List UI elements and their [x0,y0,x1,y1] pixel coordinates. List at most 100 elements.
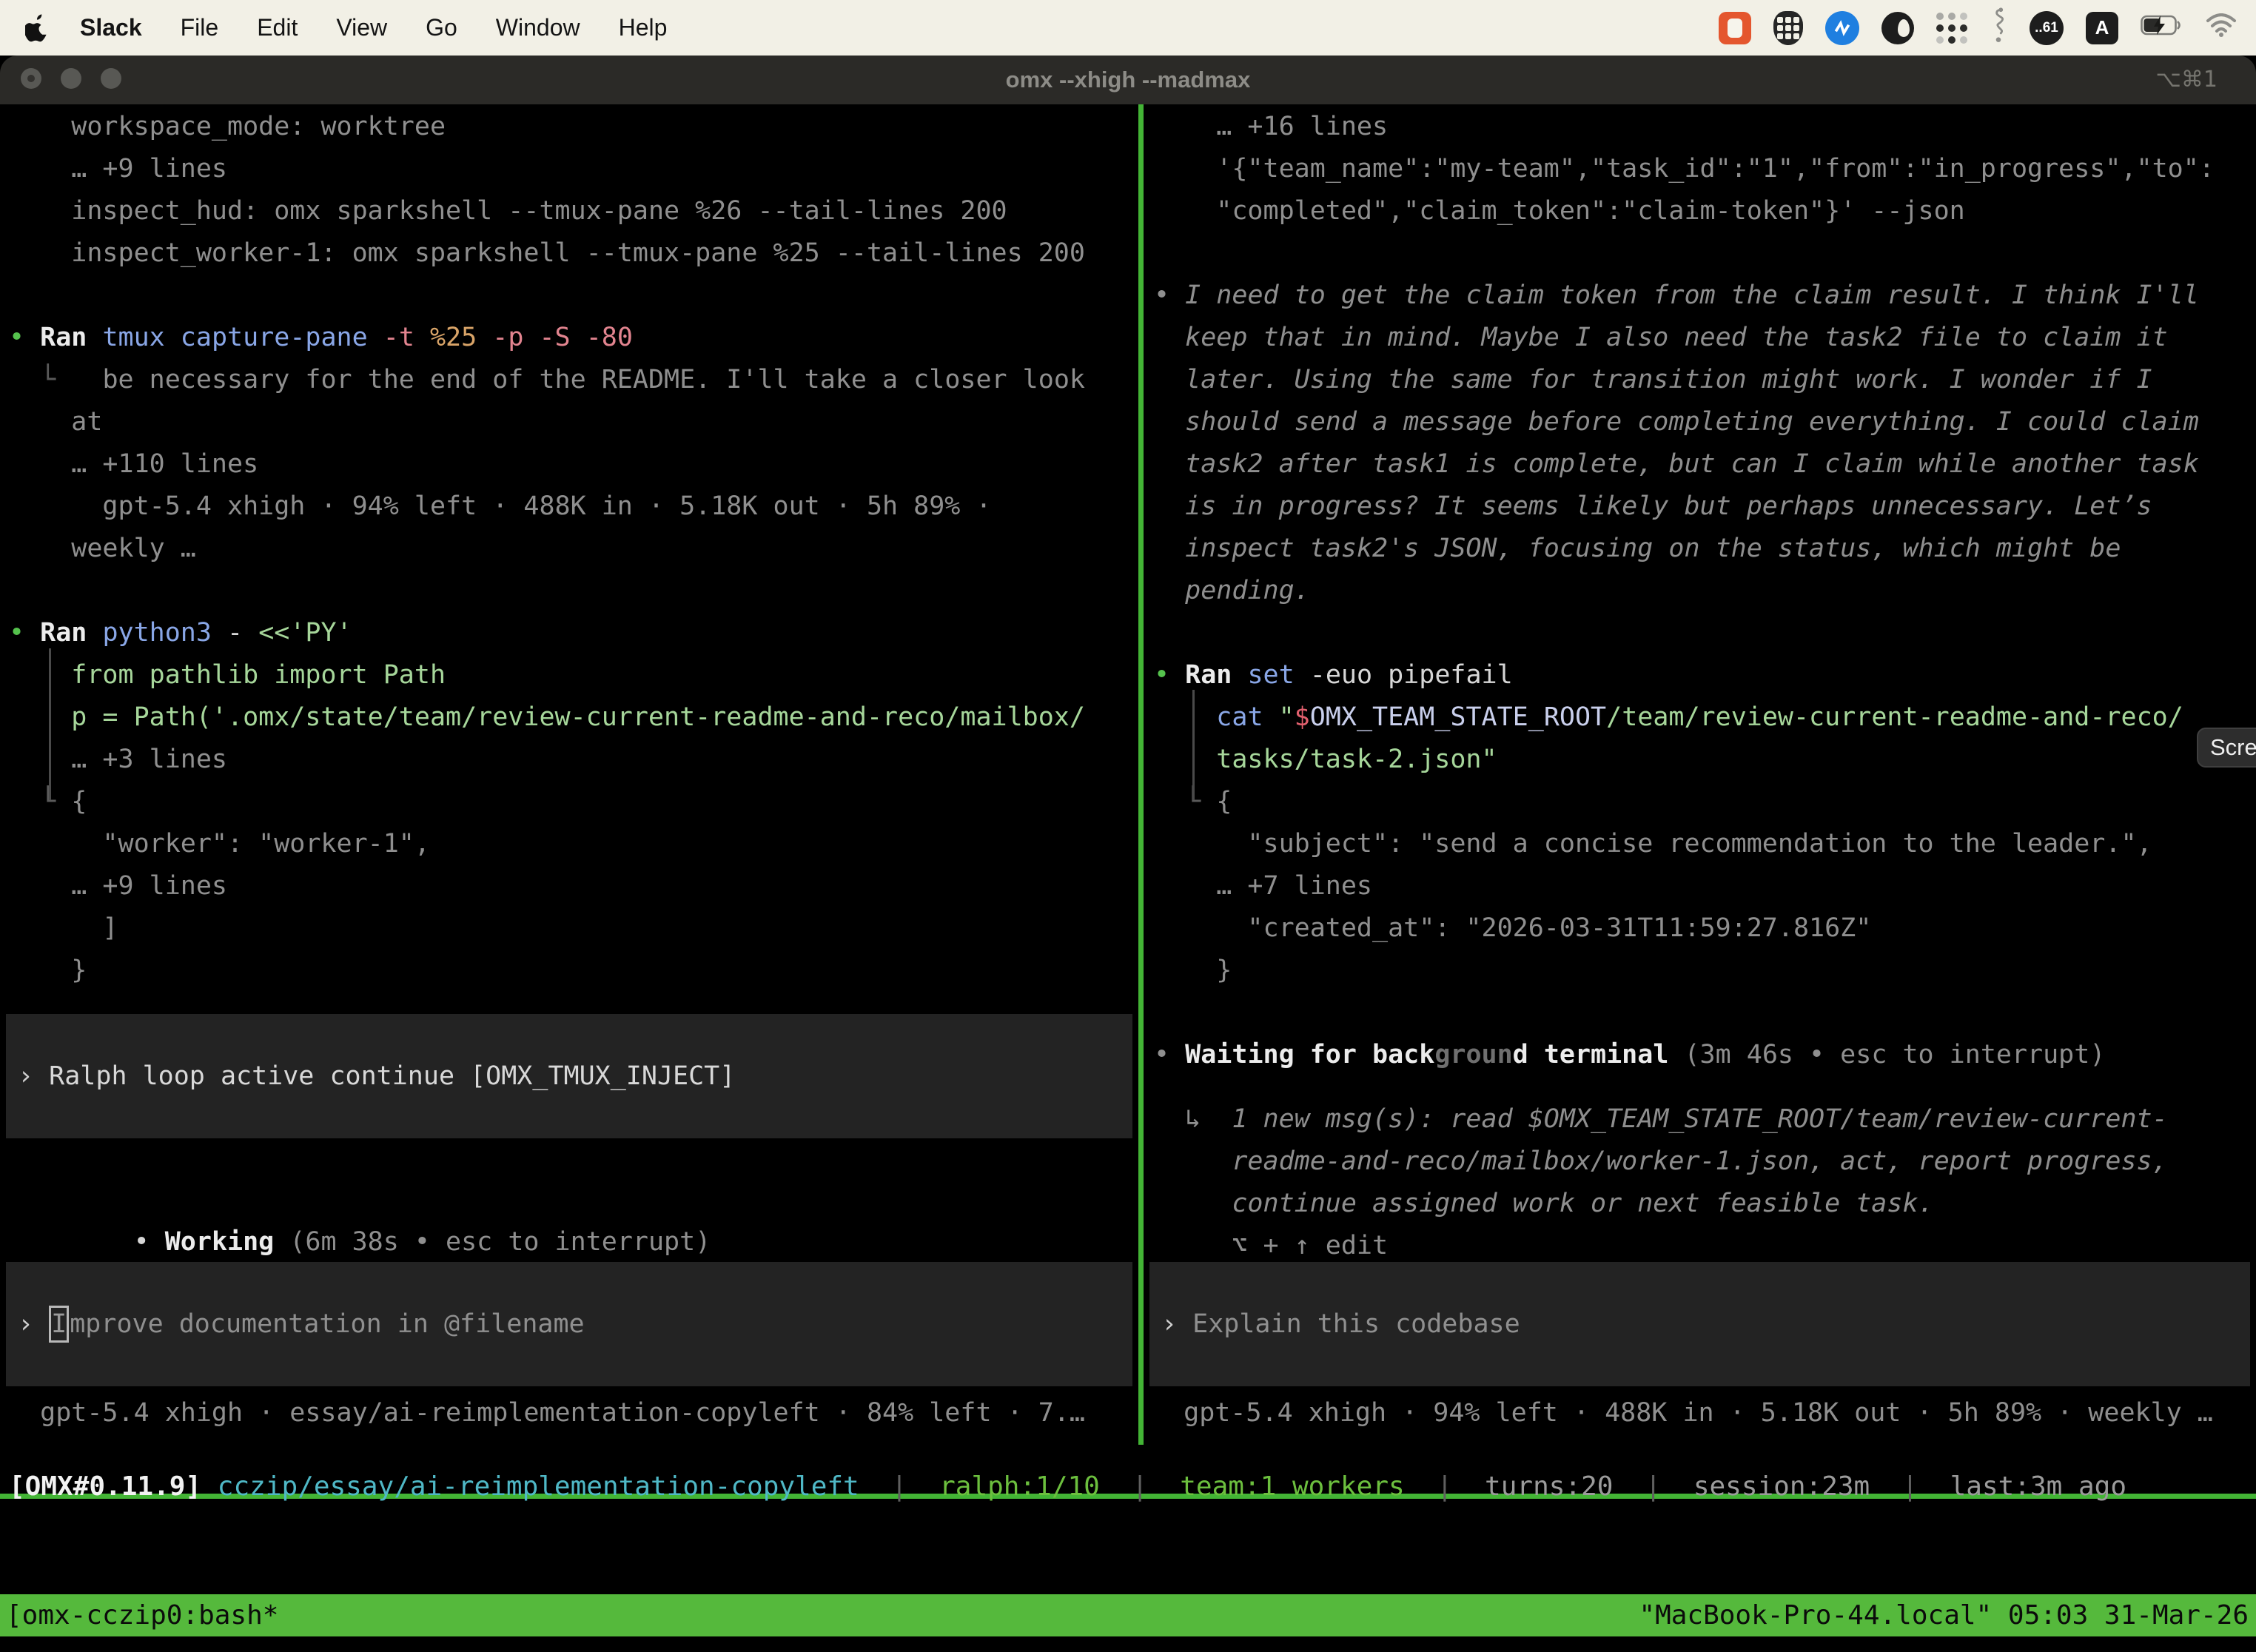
terminal-line: • Ran python3 - <<'PY' [9,612,1138,654]
sync-badge-icon[interactable] [1825,11,1859,45]
battery-icon[interactable] [2141,14,2183,42]
model-status-line-right: gpt-5.4 xhigh · 94% left · 488K in · 5.1… [1152,1392,2213,1434]
menu-bar: Slack File Edit View Go Window Help ..61… [0,0,2256,56]
menu-item-edit[interactable]: Edit [257,14,298,41]
menu-items: Slack File Edit View Go Window Help [80,14,667,41]
pane-right[interactable]: … +16 lines '{"team_name":"my-team","tas… [1144,104,2256,1445]
terminal-line: └ { [1154,781,2256,823]
percent-badge-icon[interactable]: ..61 [2030,11,2064,45]
pie-icon[interactable] [1881,12,1914,44]
menu-status-icons: ..61 A [1719,0,2237,56]
terminal-line: … +16 lines [1154,106,2256,148]
terminal-line [9,275,1138,317]
terminal-line: • Ran set -euo pipefail [1154,654,2256,696]
squiggle-icon[interactable] [1990,7,2007,49]
tmux-status-bar[interactable]: [omx-cczip0:bash* "MacBook-Pro-44.local"… [0,1594,2256,1636]
terminal-line: cat "$OMX_TEAM_STATE_ROOT/team/review-cu… [1154,696,2256,739]
terminal-line: • I need to get the claim token from the… [1154,275,2256,317]
grid-shield-icon[interactable] [1773,11,1803,45]
terminal-line: ↳ 1 new msg(s): read $OMX_TEAM_STATE_ROO… [1154,1098,2256,1141]
queued-message-box[interactable]: › Ralph loop active continue [OMX_TMUX_I… [6,1014,1132,1138]
terminal-line: } [1154,950,2256,992]
pane-left[interactable]: workspace_mode: worktree … +9 lines insp… [0,104,1138,1445]
dots-grid-icon[interactable] [1936,13,1967,44]
terminal-line: from pathlib import Path [9,654,1138,696]
terminal-line: tasks/task-2.json" [1154,739,2256,781]
chat-input-right[interactable]: › Explain this codebase [1149,1262,2250,1386]
terminal-line: inspect_worker-1: omx sparkshell --tmux-… [9,232,1138,275]
left-pane-scrollback: workspace_mode: worktree … +9 lines insp… [9,106,1138,992]
input-source-icon[interactable]: A [2086,12,2118,44]
terminal-line: task2 after task1 is complete, but can I… [1154,443,2256,486]
menu-item-help[interactable]: Help [619,14,668,41]
terminal-line: continue assigned work or next feasible … [1154,1183,2256,1225]
terminal-line [9,570,1138,612]
terminal-line: keep that in mind. Maybe I also need the… [1154,317,2256,359]
omx-status-line: [OMX#0.11.9] cczip/essay/ai-reimplementa… [9,1465,2126,1510]
terminal-line: … +9 lines [9,148,1138,190]
terminal-window: omx --xhigh --madmax ⌥⌘1 workspace_mode:… [0,56,2256,1652]
terminal-line: … +3 lines [9,739,1138,781]
terminal-line: gpt-5.4 xhigh · 94% left · 488K in · 5.1… [9,486,1138,528]
terminal-line: inspect task2's JSON, focusing on the st… [1154,528,2256,570]
terminal-line: [OMX#0.11.9] cczip/essay/ai-reimplementa… [9,1465,2126,1508]
terminal-line: "created_at": "2026-03-31T11:59:27.816Z" [1154,907,2256,950]
menu-item-window[interactable]: Window [496,14,580,41]
tmux-host-clock: "MacBook-Pro-44.local" 05:03 31-Mar-26 [1639,1594,2256,1636]
terminal-line: └ { [9,781,1138,823]
menu-item-go[interactable]: Go [426,14,457,41]
terminal-line: weekly … [9,528,1138,570]
chat-input-left[interactable]: › Improve documentation in @filename [6,1262,1132,1386]
model-status-line-left: gpt-5.4 xhigh · essay/ai-reimplementatio… [9,1392,1085,1434]
terminal-line: is in progress? It seems likely but perh… [1154,486,2256,528]
screen-share-tooltip[interactable]: Scre [2197,728,2256,768]
prompt-chevron: › [18,1309,33,1339]
tmux-session-label: [omx-cczip0:bash* [0,1594,278,1636]
terminal-line: inspect_hud: omx sparkshell --tmux-pane … [9,190,1138,232]
terminal-line: workspace_mode: worktree [9,106,1138,148]
terminal-line: "subject": "send a concise recommendatio… [1154,823,2256,865]
window-shortcut-badge: ⌥⌘1 [2155,56,2218,104]
terminal-line: • Ran tmux capture-pane -t %25 -p -S -80 [9,317,1138,359]
queued-message-text: Ralph loop active continue [OMX_TMUX_INJ… [49,1061,735,1091]
terminal-line: … +9 lines [9,865,1138,907]
terminal-line: • Waiting for background terminal (3m 46… [1154,1034,2256,1076]
window-title: omx --xhigh --madmax [0,56,2256,104]
menu-item-file[interactable]: File [181,14,219,41]
input-placeholder-text: Explain this codebase [1177,1309,1520,1339]
menu-item-view[interactable]: View [336,14,387,41]
prompt-chevron: › [1161,1309,1177,1339]
pane-divider[interactable] [1138,104,1144,1445]
terminal-line: ⌥ + ↑ edit [1154,1225,2256,1267]
terminal-line: p = Path('.omx/state/team/review-current… [9,696,1138,739]
apple-menu-icon[interactable] [25,13,50,43]
terminal-line: "completed","claim_token":"claim-token"}… [1154,190,2256,232]
working-status: • Working (6m 38s • esc to interrupt) [9,1179,711,1221]
right-pane-scrollback: … +16 lines '{"team_name":"my-team","tas… [1154,106,2256,1267]
tool-call-connector [49,648,51,800]
terminal-line: └ be necessary for the end of the README… [9,359,1138,401]
terminal-line: readme-and-reco/mailbox/worker-1.json, a… [1154,1141,2256,1183]
wifi-icon[interactable] [2206,13,2237,43]
terminal-line: … +7 lines [1154,865,2256,907]
terminal-line [1154,232,2256,275]
terminal-line: ] [9,907,1138,950]
input-placeholder-text: mprove documentation in @filename [70,1309,584,1339]
terminal-line: later. Using the same for transition mig… [1154,359,2256,401]
terminal-line: } [9,950,1138,992]
text-cursor: I [49,1306,69,1343]
terminal-line: pending. [1154,570,2256,612]
tool-call-connector [1192,690,1195,800]
terminal-line: should send a message before completing … [1154,401,2256,443]
screen-recording-indicator-icon[interactable] [1719,12,1751,44]
terminal-content: workspace_mode: worktree … +9 lines insp… [0,104,2256,1445]
terminal-line: "worker": "worker-1", [9,823,1138,865]
terminal-line [1154,612,2256,654]
terminal-line: … +110 lines [9,443,1138,486]
prompt-chevron: › [18,1061,33,1091]
terminal-line: '{"team_name":"my-team","task_id":"1","f… [1154,148,2256,190]
terminal-line [1154,992,2256,1034]
menu-item-slack[interactable]: Slack [80,14,142,41]
terminal-line: at [9,401,1138,443]
window-title-bar[interactable]: omx --xhigh --madmax ⌥⌘1 [0,56,2256,104]
